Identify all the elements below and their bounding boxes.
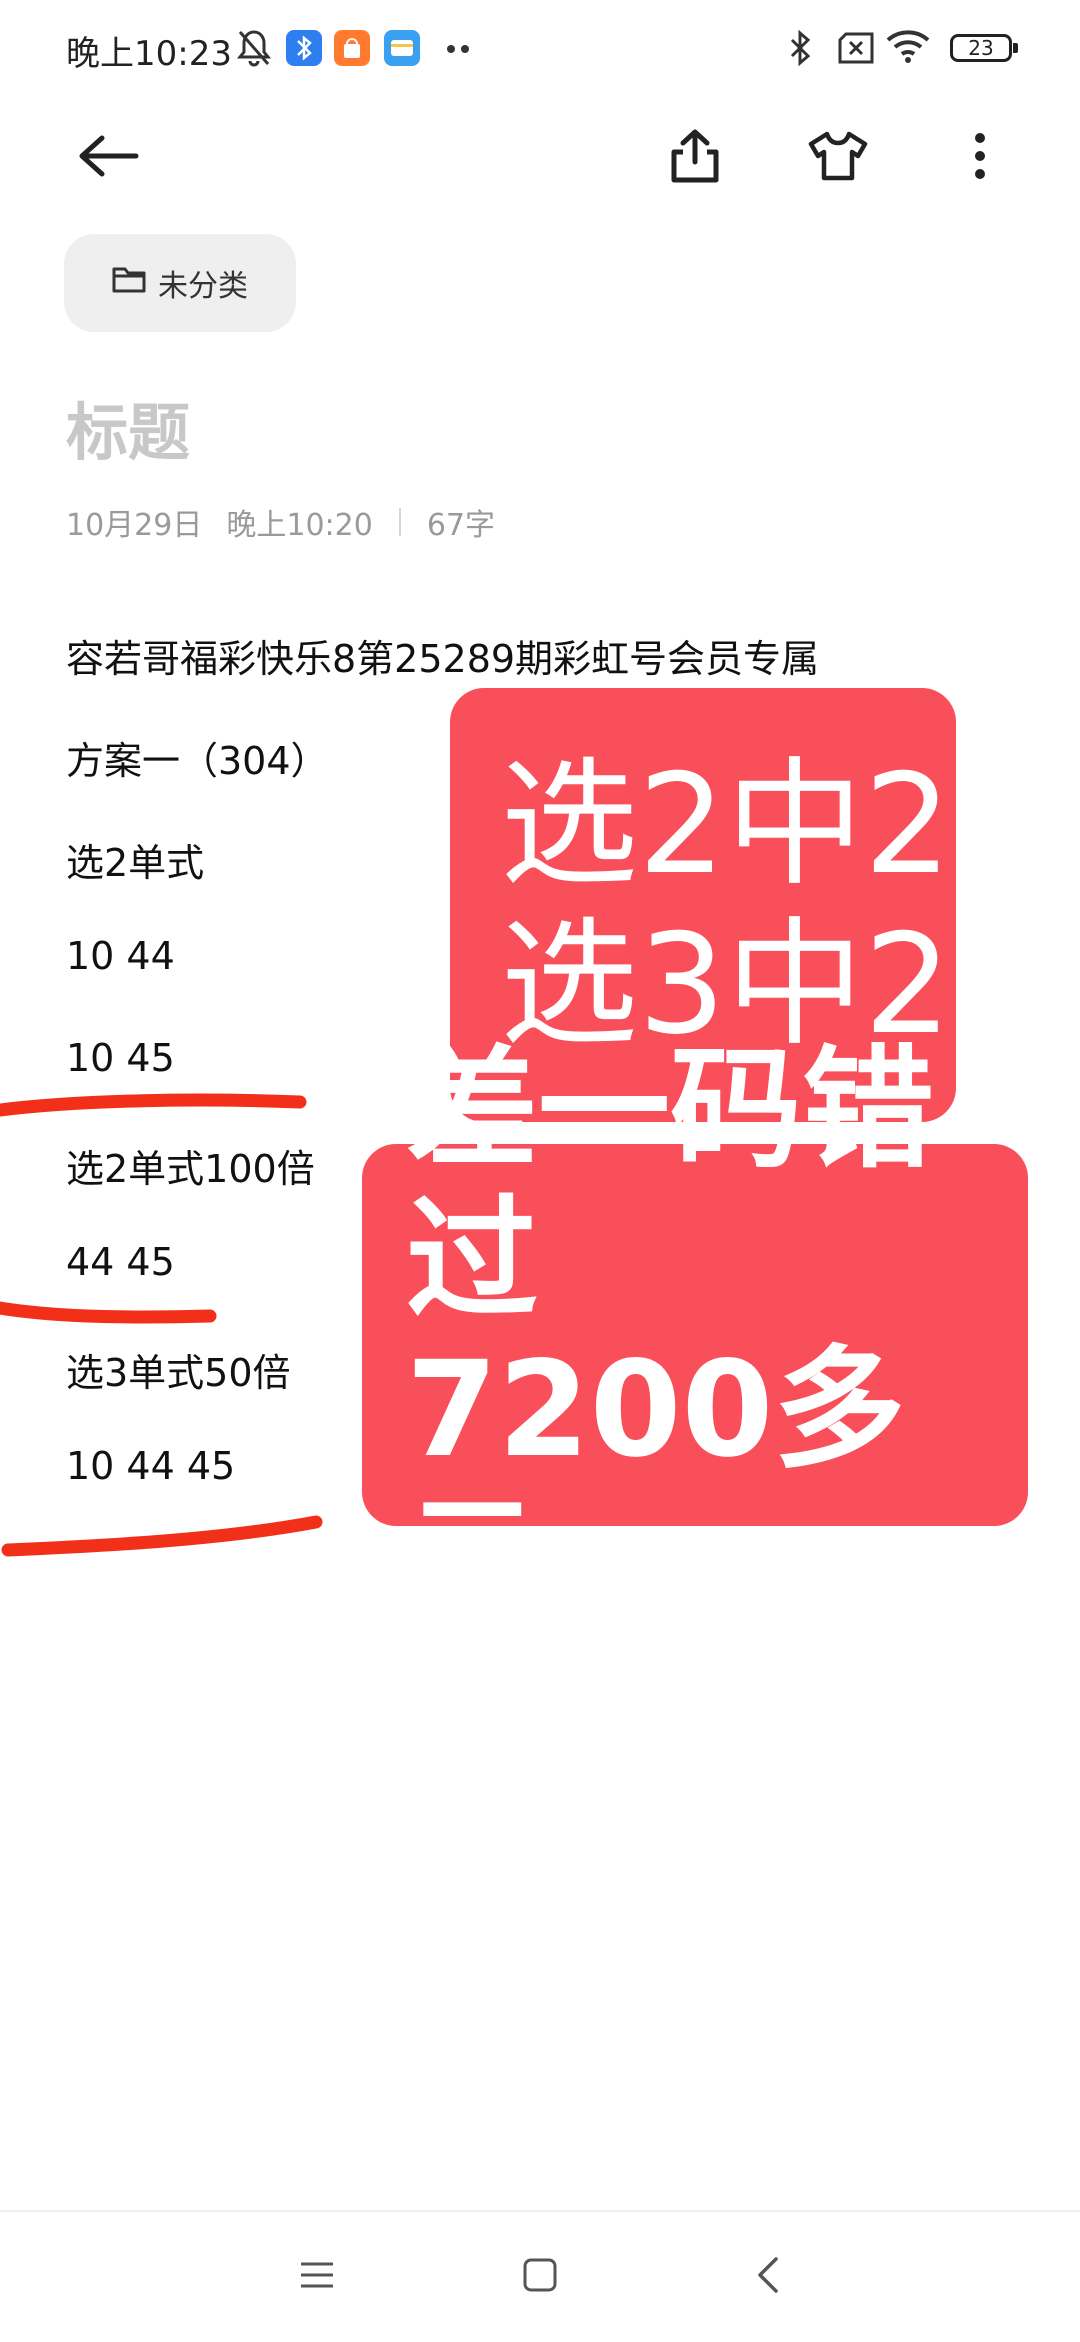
note-line: 10 44 45: [66, 1444, 236, 1488]
menu-icon: [299, 2260, 335, 2294]
note-line: 选2单式100倍: [66, 1147, 315, 1191]
meta-divider: [398, 508, 401, 536]
more-dots-icon: [446, 40, 472, 59]
badge-text: 选2中2: [500, 744, 952, 905]
mi-store-app-icon: [334, 30, 370, 66]
note-line: 10 45: [66, 1036, 175, 1080]
wallet-app-icon: [384, 30, 420, 66]
note-date: 10月29日: [66, 508, 203, 543]
battery-icon: 23: [950, 34, 1018, 62]
note-line: 选3单式50倍: [66, 1351, 291, 1395]
note-line: 44 45: [66, 1240, 175, 1284]
more-vert-icon: [973, 131, 987, 185]
note-meta: 10月29日 晚上10:20 67字: [66, 500, 495, 544]
underline-stroke: [1, 1515, 323, 1557]
recent-apps-button[interactable]: [284, 2244, 350, 2310]
back-arrow-icon: [76, 134, 140, 182]
note-title-input[interactable]: 标题: [66, 382, 190, 472]
bluetooth-icon: [788, 28, 814, 72]
badge-text: 差一码错过: [406, 1033, 934, 1337]
bluetooth-app-icon: [286, 30, 322, 66]
folder-label: 未分类: [158, 269, 248, 304]
home-button[interactable]: [507, 2244, 573, 2310]
share-button[interactable]: [655, 118, 735, 198]
sim-off-icon: [836, 32, 876, 68]
note-time: 晚上10:20: [226, 508, 373, 543]
note-line: 选2单式: [66, 841, 205, 885]
promo-badge-miss: 差一码错过 7200多元: [362, 1035, 1028, 1635]
system-nav-bar: [0, 2210, 1080, 2342]
status-time: 晚上10:23: [66, 34, 232, 74]
theme-button[interactable]: [798, 118, 878, 198]
status-bar: 晚上10:23 23: [0, 0, 1080, 100]
share-icon: [668, 128, 722, 188]
underline-stroke: [0, 1093, 307, 1117]
wifi-icon: [886, 30, 930, 68]
folder-icon: [112, 265, 146, 301]
back-chevron-icon: [756, 2256, 780, 2298]
note-char-count: 67字: [426, 508, 496, 543]
more-options-button[interactable]: [940, 118, 1020, 198]
underline-stroke: [0, 1301, 217, 1324]
badge-text: 7200多元: [406, 1333, 906, 1637]
folder-chip[interactable]: 未分类: [64, 234, 296, 332]
home-square-icon: [522, 2257, 558, 2297]
bell-off-icon: [236, 28, 272, 72]
note-line: 容若哥福彩快乐8第25289期彩虹号会员专属: [66, 637, 820, 681]
theme-shirt-icon: [807, 130, 869, 186]
back-button[interactable]: [68, 118, 148, 198]
note-line: 10 44: [66, 934, 175, 978]
note-line: 方案一（304）: [66, 739, 329, 783]
nav-back-button[interactable]: [735, 2244, 801, 2310]
